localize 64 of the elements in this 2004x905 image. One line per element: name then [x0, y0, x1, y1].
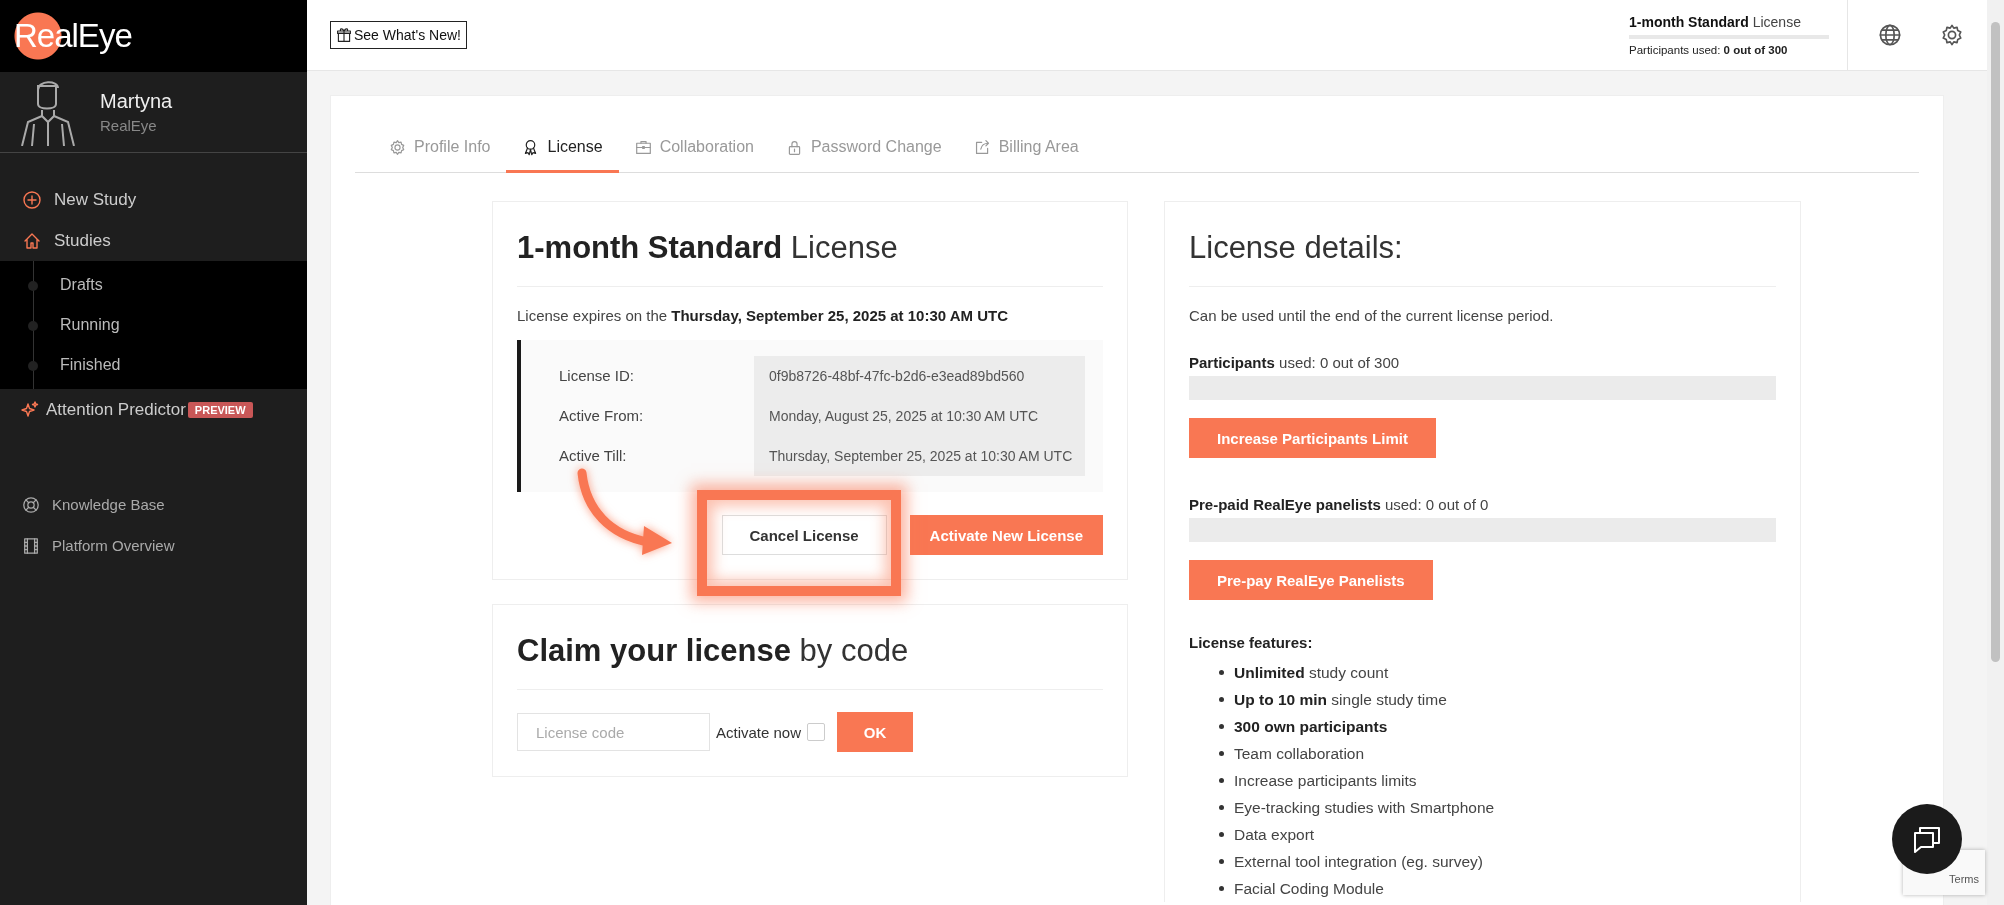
expiry-text: License expires on the Thursday, September 25, 2025 at 10:30 AM UTC [517, 307, 1010, 324]
tab[interactable]: License [506, 124, 619, 173]
features-heading: License features: [1189, 634, 1314, 651]
bullet-icon [1219, 778, 1224, 783]
activate-now-label: Activate now [716, 723, 802, 741]
cancel-license-button[interactable]: Cancel License [721, 515, 887, 555]
briefcase-icon [634, 138, 652, 156]
whats-new-button[interactable]: See What's New! [330, 21, 467, 49]
bullet-icon [1219, 697, 1224, 702]
language-button[interactable] [1878, 23, 1902, 47]
participants-used: Participants used: 0 out of 300 [1629, 44, 1789, 56]
bullet-icon [1219, 751, 1224, 756]
detail-label: Active From: [559, 406, 645, 426]
avatar-icon [18, 78, 78, 146]
usage-text: Participants used: 0 out of 300 [1189, 354, 1401, 371]
nav-subitem[interactable]: Drafts [0, 265, 307, 305]
bullet-icon [1219, 805, 1224, 810]
feature-item: Up to 10 min single study time [1234, 690, 1447, 709]
feature-item: 300 own participants [1234, 717, 1388, 736]
feature-item: Unlimited study count [1234, 663, 1389, 682]
detail-label: Active Till: [559, 446, 628, 466]
gift-icon [336, 27, 352, 43]
film-icon [22, 536, 40, 555]
detail-value: Monday, August 25, 2025 at 10:30 AM UTC [754, 396, 1085, 436]
bullet-icon [1219, 670, 1224, 675]
period-note: Can be used until the end of the current license period. [1189, 307, 1555, 324]
lifebuoy-icon [22, 495, 40, 514]
settings-icon [1940, 23, 1964, 47]
feature-item: Team collaboration [1234, 744, 1365, 763]
nav-subitem[interactable]: Finished [0, 345, 307, 385]
nav-item[interactable]: Attention Predictor PREVIEW [0, 389, 307, 430]
bullet-icon [1219, 724, 1224, 729]
card-title: 1-month Standard License [517, 202, 1103, 287]
nav-link[interactable]: Platform Overview [0, 525, 307, 566]
nav-link[interactable]: Knowledge Base [0, 484, 307, 525]
user-organization: RealEye [100, 117, 158, 134]
nav-item[interactable]: New Study [0, 179, 307, 220]
usage-text: Pre-paid RealEye panelists used: 0 out of 0 [1189, 496, 1490, 513]
plus-circle-icon [22, 189, 42, 210]
settings-button[interactable] [1940, 23, 1964, 47]
license-code-field[interactable]: License code [517, 713, 710, 751]
settings-icon [389, 138, 406, 156]
bullet-icon [1219, 859, 1224, 864]
user-name: Martyna [100, 90, 173, 113]
feature-item: Increase participants limits [1234, 771, 1417, 790]
detail-value: Thursday, September 25, 2025 at 10:30 AM UTC [754, 436, 1085, 476]
feature-item: Eye-tracking studies with Smartphone [1234, 798, 1495, 817]
card-title: Claim your license by code [517, 605, 1103, 690]
terms-link[interactable]: Terms [1949, 873, 1979, 885]
share-icon [973, 138, 991, 156]
bullet-icon [1219, 832, 1224, 837]
globe-icon [1878, 23, 1902, 47]
detail-value: 0f9b8726-48bf-47fc-b2d6-e3ead89bd560 [754, 356, 1085, 396]
nav-item[interactable]: Studies [0, 220, 307, 261]
bullet-icon [1219, 886, 1224, 891]
preview-badge: PREVIEW [187, 401, 253, 418]
activate-now-checkbox[interactable] [807, 723, 826, 741]
feature-item: Data export [1234, 825, 1315, 844]
feature-item: External tool integration (eg. survey) [1234, 852, 1483, 871]
license-name: 1-month Standard License [1629, 14, 1802, 30]
feature-item: Facial Coding Module [1234, 879, 1384, 898]
detail-label: License ID: [559, 366, 636, 386]
nav-subitem[interactable]: Running [0, 305, 307, 345]
card-title: License details: [1189, 202, 1776, 287]
